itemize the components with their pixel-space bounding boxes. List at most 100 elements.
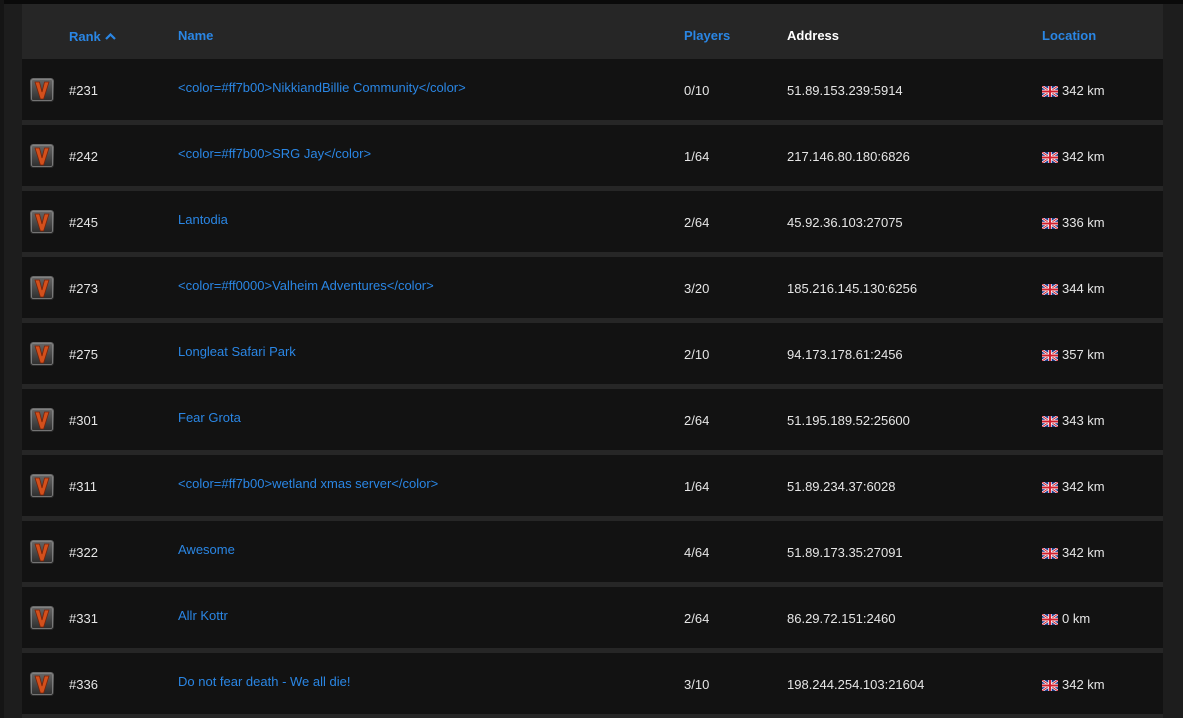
address-cell: 217.146.80.180:6826 — [787, 149, 910, 164]
valheim-game-icon — [30, 606, 54, 630]
rank-header-label: Rank — [69, 29, 101, 44]
rank-cell: #301 — [69, 413, 98, 428]
players-cell: 4/64 — [684, 545, 710, 560]
players-column-header[interactable]: Players — [684, 28, 730, 43]
server-name-link[interactable]: Lantodia — [178, 212, 228, 227]
distance-text: 336 km — [1062, 215, 1105, 230]
distance-text: 343 km — [1062, 413, 1105, 428]
table-row[interactable]: #301 Fear Grota 2/64 51.195.189.52:25600… — [22, 389, 1163, 450]
valheim-game-icon — [30, 672, 54, 696]
location-cell: 342 km — [1041, 545, 1105, 560]
uk-flag-icon — [1041, 679, 1059, 692]
address-cell: 185.216.145.130:6256 — [787, 281, 918, 296]
rank-cell: #245 — [69, 215, 98, 230]
left-edge — [0, 0, 4, 718]
server-name-link[interactable]: Do not fear death - We all die! — [178, 674, 350, 689]
server-name-link[interactable]: <color=#ff7b00>wetland xmas server</colo… — [178, 476, 438, 491]
location-cell: 344 km — [1041, 281, 1105, 296]
players-cell: 0/10 — [684, 83, 710, 98]
rank-cell: #273 — [69, 281, 98, 296]
address-cell: 51.89.173.35:27091 — [787, 545, 903, 560]
location-cell: 342 km — [1041, 83, 1105, 98]
rank-cell: #275 — [69, 347, 98, 362]
location-cell: 342 km — [1041, 479, 1105, 494]
table-row[interactable]: #336 Do not fear death - We all die! 3/1… — [22, 653, 1163, 714]
server-name-link[interactable]: Allr Kottr — [178, 608, 228, 623]
rank-cell: #331 — [69, 611, 98, 626]
distance-text: 0 km — [1062, 611, 1091, 626]
valheim-game-icon — [30, 78, 54, 102]
uk-flag-icon — [1041, 151, 1059, 164]
uk-flag-icon — [1041, 547, 1059, 560]
location-cell: 336 km — [1041, 215, 1105, 230]
rank-cell: #336 — [69, 677, 98, 692]
table-row[interactable]: #311 <color=#ff7b00>wetland xmas server<… — [22, 455, 1163, 516]
location-cell: 342 km — [1041, 149, 1105, 164]
distance-text: 342 km — [1062, 545, 1105, 560]
name-column-header[interactable]: Name — [178, 28, 213, 43]
players-cell: 1/64 — [684, 149, 710, 164]
location-cell: 0 km — [1041, 611, 1091, 626]
location-cell: 343 km — [1041, 413, 1105, 428]
players-cell: 1/64 — [684, 479, 710, 494]
address-cell: 198.244.254.103:21604 — [787, 677, 925, 692]
valheim-game-icon — [30, 540, 54, 564]
valheim-game-icon — [30, 342, 54, 366]
distance-text: 342 km — [1062, 479, 1105, 494]
uk-flag-icon — [1041, 283, 1059, 296]
valheim-game-icon — [30, 210, 54, 234]
rank-cell: #322 — [69, 545, 98, 560]
table-row[interactable]: #275 Longleat Safari Park 2/10 94.173.17… — [22, 323, 1163, 384]
table-row[interactable]: #242 <color=#ff7b00>SRG Jay</color> 1/64… — [22, 125, 1163, 186]
server-name-link[interactable]: Longleat Safari Park — [178, 344, 296, 359]
uk-flag-icon — [1041, 349, 1059, 362]
table-row[interactable]: #245 Lantodia 2/64 45.92.36.103:27075 33… — [22, 191, 1163, 252]
address-cell: 51.89.234.37:6028 — [787, 479, 896, 494]
distance-text: 357 km — [1062, 347, 1105, 362]
distance-text: 342 km — [1062, 83, 1105, 98]
address-column-header: Address — [787, 28, 840, 43]
address-cell: 51.195.189.52:25600 — [787, 413, 910, 428]
players-cell: 3/10 — [684, 677, 710, 692]
server-table-body: #231 <color=#ff7b00>NikkiandBillie Commu… — [22, 59, 1163, 718]
players-cell: 2/64 — [684, 215, 710, 230]
address-cell: 94.173.178.61:2456 — [787, 347, 903, 362]
valheim-game-icon — [30, 144, 54, 168]
uk-flag-icon — [1041, 85, 1059, 98]
table-row[interactable]: #231 <color=#ff7b00>NikkiandBillie Commu… — [22, 59, 1163, 120]
server-name-link[interactable]: Fear Grota — [178, 410, 241, 425]
rank-cell: #311 — [69, 479, 97, 494]
uk-flag-icon — [1041, 481, 1059, 494]
valheim-game-icon — [30, 474, 54, 498]
players-cell: 2/64 — [684, 611, 710, 626]
valheim-game-icon — [30, 276, 54, 300]
location-column-header[interactable]: Location — [1042, 28, 1096, 43]
rank-cell: #242 — [69, 149, 98, 164]
location-cell: 357 km — [1041, 347, 1105, 362]
server-name-link[interactable]: <color=#ff7b00>NikkiandBillie Community<… — [178, 80, 466, 95]
rank-cell: #231 — [69, 83, 98, 98]
location-cell: 342 km — [1041, 677, 1105, 692]
distance-text: 342 km — [1062, 677, 1105, 692]
table-header: Rank Name Players Address Location — [22, 22, 1163, 50]
uk-flag-icon — [1041, 217, 1059, 230]
chevron-up-icon — [105, 28, 116, 43]
address-cell: 45.92.36.103:27075 — [787, 215, 903, 230]
distance-text: 344 km — [1062, 281, 1105, 296]
server-name-link[interactable]: <color=#ff7b00>SRG Jay</color> — [178, 146, 371, 161]
uk-flag-icon — [1041, 415, 1059, 428]
table-row[interactable]: #322 Awesome 4/64 51.89.173.35:27091 342… — [22, 521, 1163, 582]
address-cell: 51.89.153.239:5914 — [787, 83, 903, 98]
server-name-link[interactable]: <color=#ff0000>Valheim Adventures</color… — [178, 278, 434, 293]
rank-column-header[interactable]: Rank — [69, 28, 116, 44]
valheim-game-icon — [30, 408, 54, 432]
server-name-link[interactable]: Awesome — [178, 542, 235, 557]
distance-text: 342 km — [1062, 149, 1105, 164]
table-row[interactable]: #273 <color=#ff0000>Valheim Adventures</… — [22, 257, 1163, 318]
table-row[interactable]: #331 Allr Kottr 2/64 86.29.72.151:2460 0… — [22, 587, 1163, 648]
players-cell: 2/64 — [684, 413, 710, 428]
address-cell: 86.29.72.151:2460 — [787, 611, 896, 626]
players-cell: 2/10 — [684, 347, 710, 362]
uk-flag-icon — [1041, 613, 1059, 626]
players-cell: 3/20 — [684, 281, 710, 296]
